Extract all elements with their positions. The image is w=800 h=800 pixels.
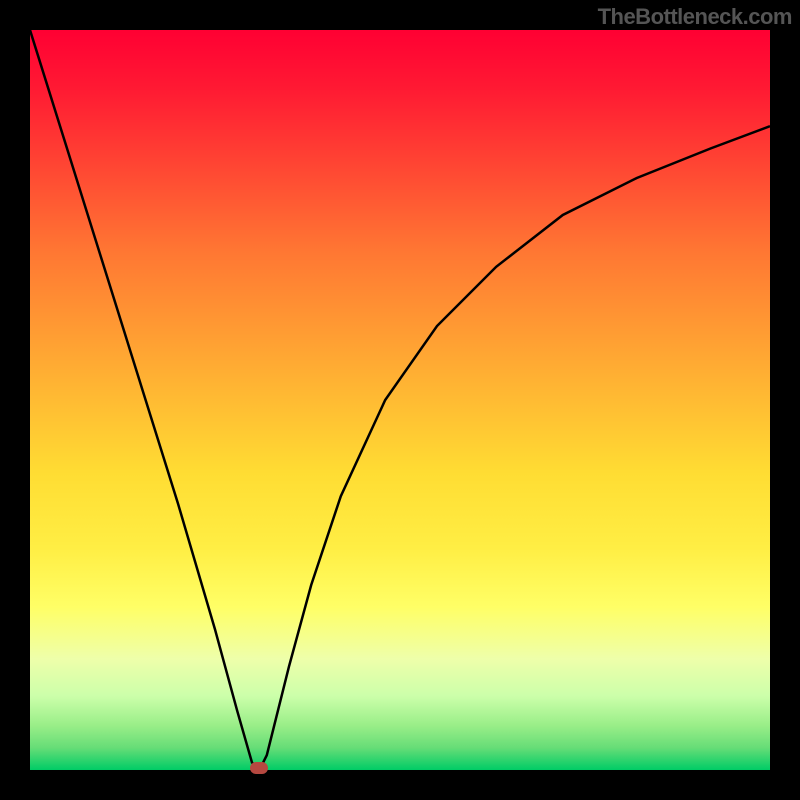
watermark-text: TheBottleneck.com (598, 4, 792, 30)
bottleneck-curve-path (30, 30, 770, 770)
chart-container: TheBottleneck.com (0, 0, 800, 800)
minimum-marker (250, 762, 268, 774)
plot-area (30, 30, 770, 770)
curve-svg (30, 30, 770, 770)
